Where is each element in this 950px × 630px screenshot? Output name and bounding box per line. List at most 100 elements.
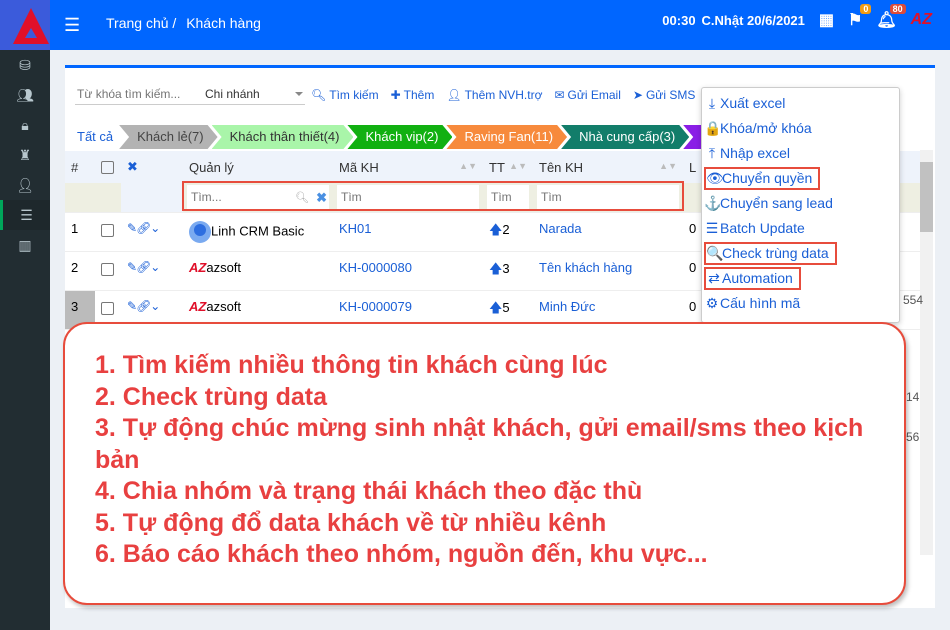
send-email-button[interactable]: ✉ Gửi Email [554,88,620,102]
col-name-label: Tên KH [539,159,584,175]
add-button[interactable]: ✚ Thêm [391,88,435,102]
flag-badge: 0 [860,4,872,14]
menu-item-label: Cấu hình mã [720,295,801,311]
breadcrumb: Trang chủ / Khách hàng [106,15,267,31]
search-button[interactable]: 🔍︎ Tìm kiếm [311,88,379,102]
menu-item-label: Nhập excel [720,145,791,161]
cut-value: 554 [903,293,924,307]
branch-select[interactable]: Chi nhánh [195,84,305,105]
customer-name[interactable]: Tên khách hàng [533,251,683,291]
list-icon: ☰ [705,220,719,236]
clear-filter-icon[interactable]: ✖ [121,151,183,183]
keyword-search-input[interactable] [75,84,195,105]
clock-time: 00:30 [662,12,696,28]
customer-name[interactable]: Narada [533,212,683,252]
anchor-icon: ⚓ [704,195,722,211]
customer-code[interactable]: KH-0000080 [333,251,483,291]
apps-grid-icon[interactable]: ▦ [819,10,834,30]
row-checkbox[interactable] [101,301,114,315]
tab-group[interactable]: Tất cả [65,125,126,149]
tab-group[interactable]: Nhà cung cấp(3) [561,125,689,149]
database-icon[interactable]: ⛁ [0,50,50,80]
menu-item[interactable]: ⤓ Xuất excel [702,92,899,117]
topbar: ☰ Trang chủ / Khách hàng 00:30 C.Nhật 20… [0,0,950,50]
col-tt-label: TT [489,159,505,175]
vertical-scrollbar[interactable] [920,150,933,555]
feature-line: 5. Tự động đổ data khách về từ nhiều kên… [95,508,607,537]
row-index: 2 [65,251,95,291]
edit-icon[interactable]: ✎ [127,221,137,235]
row-checkbox[interactable] [101,262,114,276]
edit-icon[interactable]: ✎ [127,260,137,274]
link-icon[interactable]: 🔗︎ [136,260,151,274]
col-code[interactable]: Mã KH ▲▼ [333,151,483,183]
list-icon[interactable]: ☰ [0,200,50,230]
retweet-icon: ⇄ [708,270,720,286]
col-manager[interactable]: Quản lý [183,151,333,183]
bar-chart-icon[interactable]: ▥ [0,230,50,260]
link-icon[interactable]: 🔗︎ [136,299,151,313]
col-select-all[interactable] [95,151,121,183]
sort-icon[interactable]: ▲▼ [459,161,477,171]
menu-toggle-icon[interactable]: ☰ [64,15,80,36]
menu-item[interactable]: ⚙ Cấu hình mã [702,292,899,317]
edit-icon[interactable]: ✎ [127,299,137,313]
users-icon[interactable]: 👥︎ [0,80,50,110]
customer-code[interactable]: KH01 [333,212,483,252]
paper-plane-icon: ➤ [632,87,643,102]
send-email-label: Gửi Email [567,87,621,102]
lock-user-icon[interactable]: 🔒︎ [0,110,50,140]
tab-group[interactable]: Khách thân thiết(4) [212,125,354,149]
breadcrumb-home[interactable]: Trang chủ / [106,15,176,31]
tab-group[interactable]: Khách lẻ(7) [119,125,217,149]
user-icon[interactable]: 👤︎ [0,170,50,200]
multi-filter-highlight [182,181,684,211]
menu-item[interactable]: ☰ Batch Update [702,217,899,242]
tab-group[interactable]: Khách vip(2) [347,125,452,149]
chevron-down-icon[interactable]: ⌄ [150,260,160,274]
flag-icon[interactable]: ⚑ 0 [848,4,872,30]
menu-item-label: Chuyển quyền [722,170,813,186]
menu-item[interactable]: ⇄ Automation [702,267,899,292]
sitemap-icon[interactable]: ♜ [0,140,50,170]
row-index: 1 [65,212,95,252]
bell-icon[interactable]: 🔔︎ 80 [876,4,906,30]
menu-item[interactable]: 👁Chuyển quyền [702,167,899,192]
sort-icon[interactable]: ▲▼ [659,161,677,171]
col-name[interactable]: Tên KH ▲▼ [533,151,683,183]
menu-item[interactable]: ⤒ Nhập excel [702,142,899,167]
add-support-label: Thêm NVH.trợ [464,87,543,102]
link-icon[interactable]: 🔗︎ [136,221,151,235]
cut-value: 14 [906,390,920,404]
sort-icon[interactable]: ▲▼ [509,161,527,171]
feature-line: 2. Check trùng data [95,382,327,411]
chevron-down-icon[interactable]: ⌄ [150,299,160,313]
user-plus-icon: 👤︎ [446,87,462,102]
feature-line: 3. Tự động chúc mừng sinh nhật khách, gử… [95,414,864,474]
avatar [189,220,211,243]
manager-name: azsoft [206,298,242,314]
download-icon: ⤓ [708,95,716,111]
manager-name: azsoft [206,259,242,275]
row-checkbox[interactable] [101,223,114,237]
sidebar: ⛁ 👥︎ 🔒︎ ♜ 👤︎ ☰ ▥ [0,50,50,630]
menu-item[interactable]: 🔒Khóa/mở khóa [702,117,899,142]
scrollbar-thumb[interactable] [920,162,933,232]
add-support-staff-button[interactable]: 👤︎ Thêm NVH.trợ [446,88,542,102]
send-sms-button[interactable]: ➤ Gửi SMS [633,88,695,102]
chevron-down-icon[interactable]: ⌄ [150,221,160,235]
tt-value: 5 [502,299,510,315]
menu-item-label: Automation [722,270,793,286]
user-brand-avatar[interactable]: AZ [911,11,932,29]
lock-icon: 🔒 [704,120,722,136]
app-logo[interactable] [0,0,50,50]
col-index: # [65,151,95,183]
clock-date: C.Nhật 20/6/2021 [701,12,805,28]
col-tt[interactable]: TT ▲▼ [483,151,533,183]
select-all-checkbox[interactable] [101,160,114,174]
tab-group[interactable]: Raving Fan(11) [446,125,567,149]
menu-item[interactable]: ⚓Chuyển sang lead [702,192,899,217]
col-code-label: Mã KH [339,159,379,175]
menu-item[interactable]: 🔍Check trùng data [702,242,899,267]
search-icon: 🔍︎ [311,87,327,102]
